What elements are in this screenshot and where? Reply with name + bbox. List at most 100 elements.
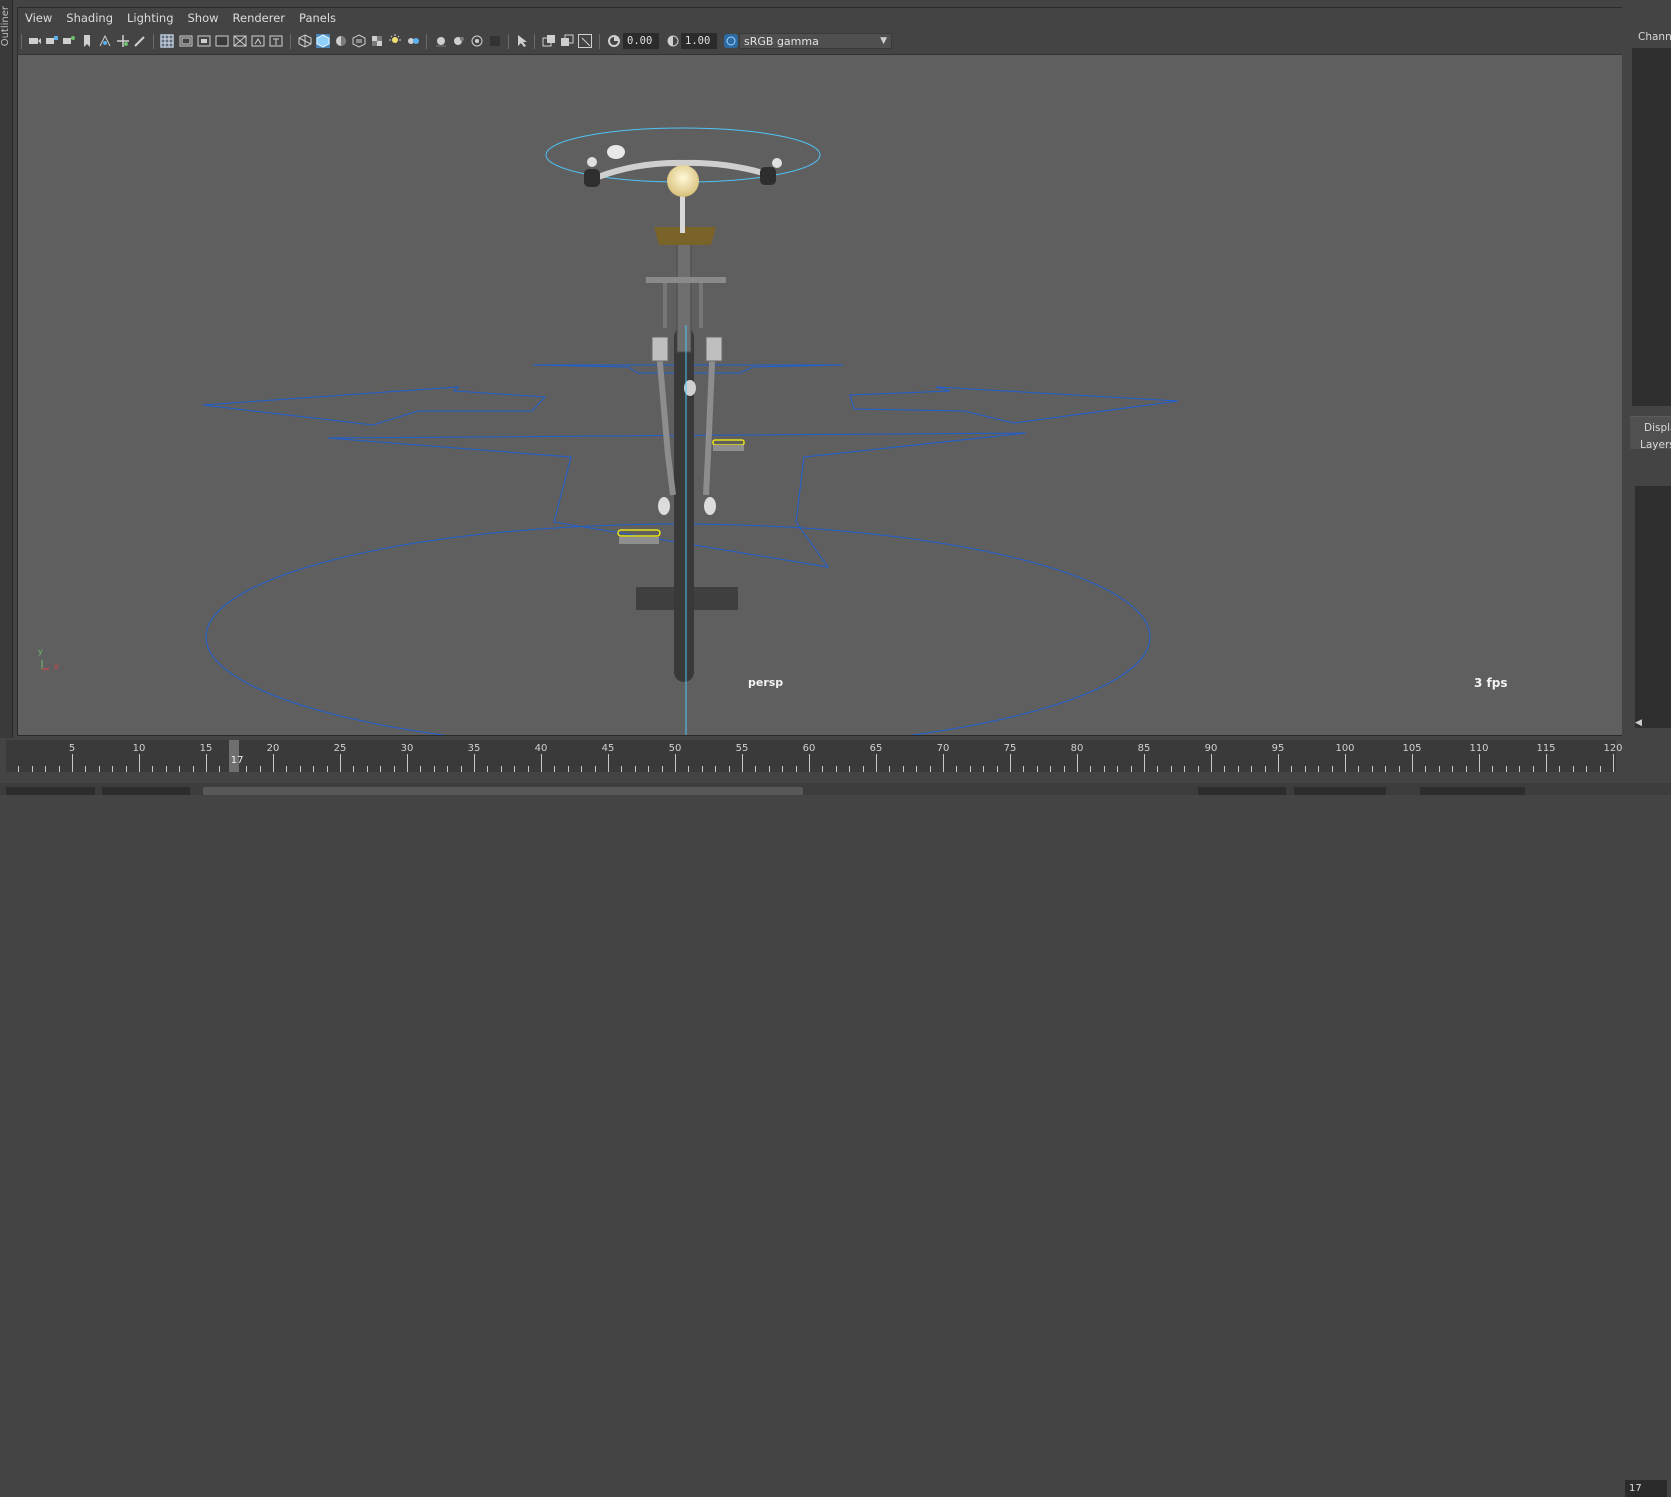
range-slider-handle[interactable]: [203, 787, 803, 795]
wireframe-icon[interactable]: [298, 34, 312, 48]
time-slider-tick: [594, 766, 596, 772]
time-slider-tick: [608, 754, 609, 772]
playback-start-field[interactable]: [102, 787, 190, 795]
scene-canvas: [41, 127, 1179, 735]
panel-toolbar: 0.00 1.00 sRGB gamma ▼: [18, 28, 1622, 55]
camera-label: persp: [748, 676, 784, 689]
smooth-shade-icon[interactable]: [316, 34, 330, 48]
camera-attributes-icon[interactable]: [45, 34, 59, 48]
exposure-icon[interactable]: [607, 34, 621, 48]
time-slider-tick: [18, 766, 20, 772]
time-slider-tick: [1291, 766, 1293, 772]
time-slider-tick: [1130, 766, 1132, 772]
menu-show[interactable]: Show: [181, 11, 226, 25]
motion-blur-icon[interactable]: [434, 34, 448, 48]
resolution-gate-icon[interactable]: [197, 34, 211, 48]
layers-label: Layers: [1640, 439, 1671, 451]
time-slider-label: 10: [132, 743, 146, 754]
playback-end-field[interactable]: [1198, 787, 1286, 795]
shadows-icon[interactable]: [388, 34, 402, 48]
fork-left: [655, 339, 676, 496]
image-plane-icon[interactable]: [98, 34, 112, 48]
channel-box-panel: Channel Display Layers ◀: [1622, 0, 1671, 795]
3d-viewport[interactable]: persp 3 fps y x: [18, 55, 1622, 735]
time-slider-label: 115: [1536, 743, 1556, 754]
time-slider-tick: [943, 754, 944, 772]
safe-title-icon[interactable]: [269, 34, 283, 48]
time-slider-tick: [58, 766, 60, 772]
range-end-field[interactable]: [1294, 787, 1386, 795]
menu-shading[interactable]: Shading: [59, 11, 120, 25]
time-slider-tick: [112, 766, 114, 772]
axis-y-label: y: [38, 647, 43, 656]
time-slider-tick: [1251, 766, 1253, 772]
time-slider-tick: [1103, 766, 1105, 772]
menu-view[interactable]: View: [18, 11, 59, 25]
default-material-icon[interactable]: [334, 34, 348, 48]
time-slider-tick: [85, 766, 87, 772]
chevron-down-icon: ▼: [880, 36, 887, 46]
time-slider-tick: [139, 754, 140, 772]
down-tube: [676, 236, 692, 353]
time-slider-label: 30: [400, 743, 414, 754]
time-slider-label: 65: [869, 743, 883, 754]
time-slider-label: 60: [802, 743, 816, 754]
field-chart-icon[interactable]: [233, 34, 247, 48]
exposure-field[interactable]: 0.00: [623, 33, 659, 49]
xray-components-icon[interactable]: [560, 34, 574, 48]
gamma-field[interactable]: 1.00: [681, 33, 717, 49]
time-slider-label: 15: [199, 743, 213, 754]
fps-menu[interactable]: [1420, 787, 1525, 795]
screen-space-ao-icon[interactable]: [406, 34, 420, 48]
time-slider-tick: [983, 766, 985, 772]
channel-box-area[interactable]: [1632, 48, 1671, 406]
range-start-field[interactable]: [6, 787, 95, 795]
anti-aliasing-icon[interactable]: [452, 34, 466, 48]
time-slider-track[interactable]: 5 10 15 20 25 30 35 40 45 50 55 60 65 70 75 80 85 90 95 100…: [6, 740, 1623, 772]
right-arrow-control: [849, 386, 1179, 424]
menu-renderer[interactable]: Renderer: [226, 11, 293, 25]
time-slider-tick: [1479, 754, 1480, 772]
panel-menubar: View Shading Lighting Show Renderer Pane…: [18, 8, 1622, 28]
gate-mask-icon[interactable]: [215, 34, 229, 48]
current-frame-field[interactable]: 17: [1625, 1480, 1667, 1497]
two-d-pan-icon[interactable]: [116, 34, 130, 48]
xray-icon[interactable]: [488, 34, 502, 48]
textured-icon[interactable]: [352, 34, 366, 48]
outliner-side-tab[interactable]: Outliner: [0, 0, 13, 795]
outliner-tab-label: Outliner: [0, 6, 11, 47]
time-slider-tick: [701, 766, 703, 772]
time-slider-label: 85: [1137, 743, 1151, 754]
grease-pencil-icon[interactable]: [133, 34, 147, 48]
gamma-icon[interactable]: [666, 34, 680, 48]
safe-action-icon[interactable]: [251, 34, 265, 48]
menu-panels[interactable]: Panels: [292, 11, 343, 25]
use-all-lights-icon[interactable]: [370, 34, 384, 48]
camera-tools-icon[interactable]: [62, 34, 76, 48]
menu-lighting[interactable]: Lighting: [120, 11, 180, 25]
scroll-left-icon[interactable]: ◀: [1635, 718, 1642, 728]
time-slider-tick: [1184, 766, 1186, 772]
time-slider-label: 50: [668, 743, 682, 754]
frame-all-icon[interactable]: [578, 34, 592, 48]
grid-icon[interactable]: [160, 34, 174, 48]
isolate-select-icon[interactable]: [515, 34, 529, 48]
display-layers-tab[interactable]: Display Layers: [1630, 416, 1671, 451]
time-slider-label: 105: [1402, 743, 1422, 754]
channel-box-title: Channel: [1638, 31, 1671, 43]
depth-of-field-icon[interactable]: [470, 34, 484, 48]
time-slider-tick: [822, 766, 824, 772]
bookmark-icon[interactable]: [80, 34, 94, 48]
time-slider-tick: [1345, 754, 1346, 772]
film-gate-icon[interactable]: [179, 34, 193, 48]
select-camera-icon[interactable]: [28, 34, 42, 48]
xray-joints-icon[interactable]: [542, 34, 556, 48]
color-management-icon[interactable]: [724, 34, 738, 48]
time-slider-tick: [1572, 766, 1574, 772]
rack: [646, 277, 726, 283]
layer-list[interactable]: [1635, 486, 1671, 728]
range-slider[interactable]: [0, 783, 1671, 795]
time-slider-tick: [956, 766, 958, 772]
time-slider-tick: [996, 766, 998, 772]
color-space-dropdown[interactable]: sRGB gamma ▼: [739, 33, 892, 49]
